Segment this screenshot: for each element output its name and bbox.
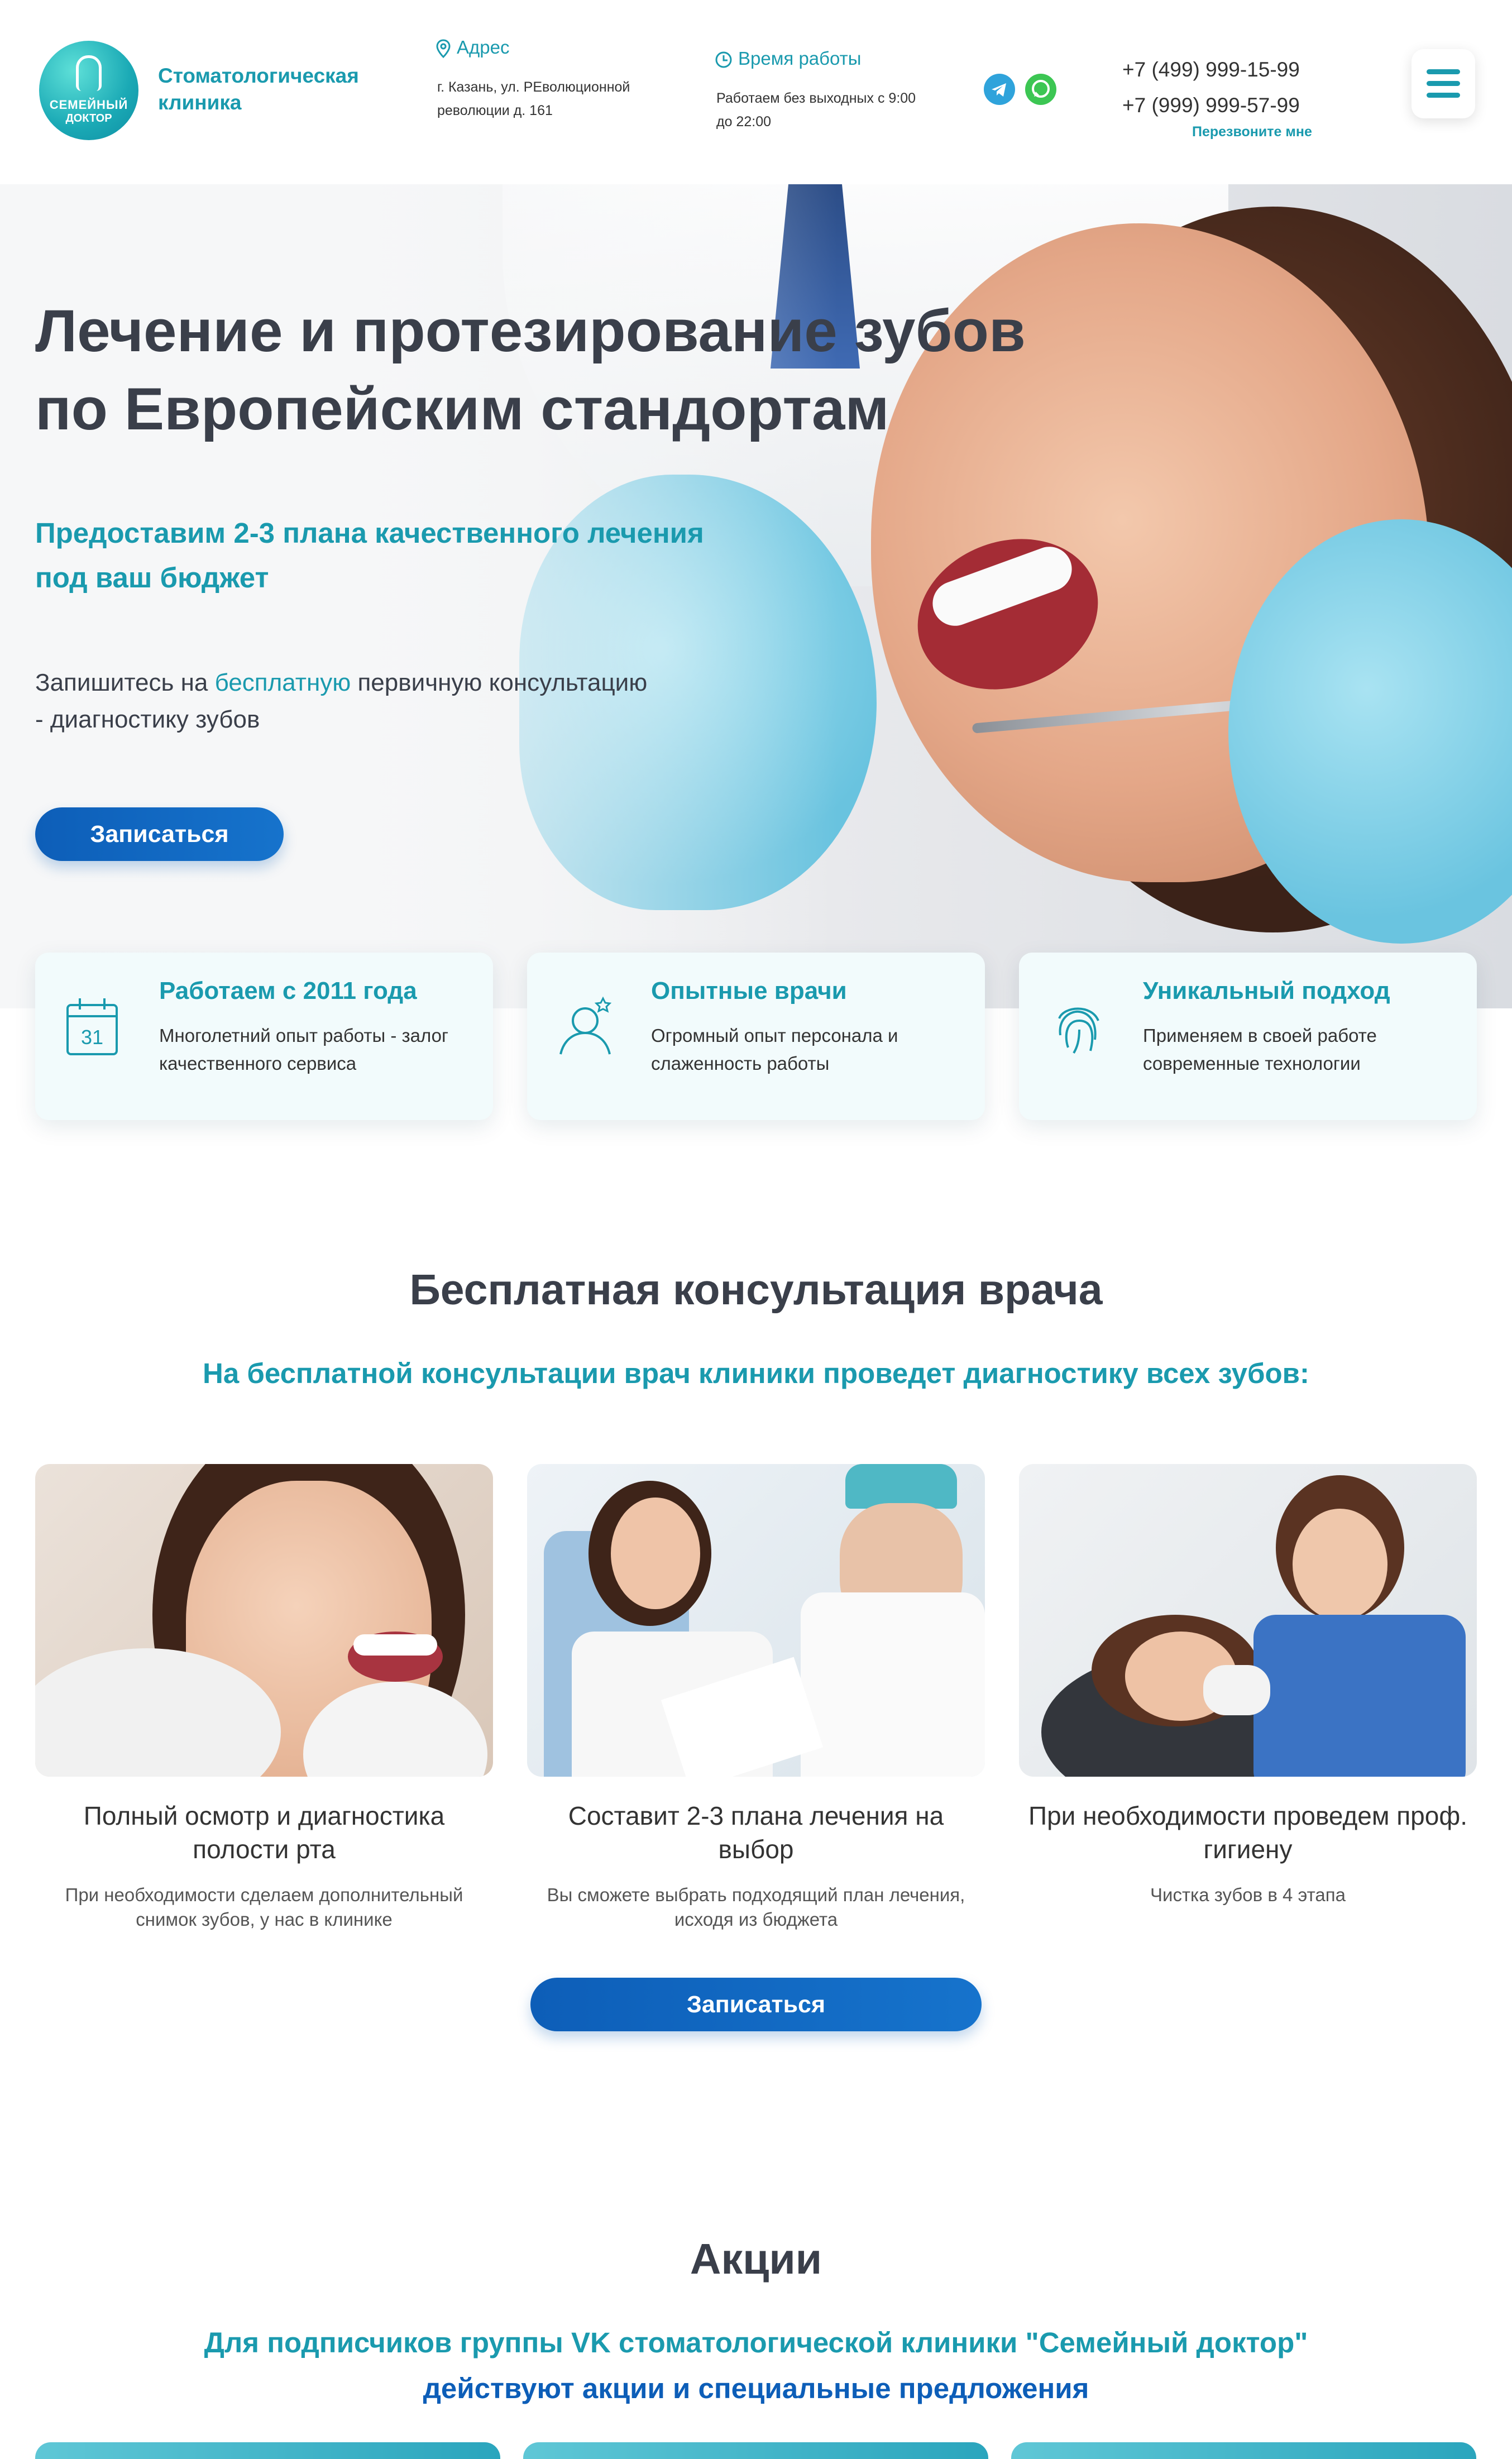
card-photo: [527, 1464, 985, 1777]
consult-subtitle: На бесплатной консультации врач клиники …: [203, 1357, 1309, 1389]
feature-card-since-2011: 31 Работаем с 2011 года Многолетний опыт…: [35, 953, 493, 1120]
hero-text-part: Запишитесь на: [35, 669, 215, 696]
consult-signup-button[interactable]: Записаться: [530, 1978, 982, 2031]
address-text: г. Казань, ул. РЕволюционной революции д…: [437, 79, 630, 118]
promo-subtitle-1: Для подписчиков группы VK стоматологичес…: [204, 2327, 1308, 2358]
calendar-day: 31: [81, 1026, 103, 1049]
card-text: Чистка зубов в 4 этапа: [1150, 1884, 1346, 1905]
card-title: При необходимости проведем проф. гигиену: [1028, 1801, 1467, 1864]
feature-text: Многолетний опыт работы - залог качестве…: [159, 1025, 449, 1074]
hours-label-text: Время работы: [738, 48, 862, 69]
menu-button[interactable]: [1411, 49, 1475, 118]
tooth-icon: [76, 55, 102, 91]
clinic-name[interactable]: Стоматологическая клиника: [158, 63, 387, 116]
whatsapp-icon[interactable]: [1025, 74, 1056, 105]
fingerprint-icon: [1058, 1007, 1099, 1054]
hero-text-highlight: бесплатную: [214, 669, 351, 696]
promo-card[interactable]: [1011, 2442, 1476, 2459]
card-title: Полный осмотр и диагностика полости рта: [83, 1801, 445, 1864]
hours-text: Работаем без выходных с 9:00 до 22:00: [716, 90, 916, 130]
clinic-logo[interactable]: СЕМЕЙНЫЙ ДОКТОР: [39, 41, 138, 140]
hero-text: Запишитесь на бесплатную первичную консу…: [35, 664, 649, 738]
address-label: Адрес: [436, 37, 510, 59]
burger-line-icon: [1427, 93, 1460, 98]
site-header: СЕМЕЙНЫЙ ДОКТОР Стоматологическая клиник…: [0, 0, 1512, 184]
phone-1[interactable]: +7 (499) 999-15-99: [1122, 58, 1300, 82]
promo-card[interactable]: [35, 2442, 500, 2459]
calendar-icon: 31: [66, 998, 118, 1055]
hero-signup-button[interactable]: Записаться: [35, 807, 284, 861]
consult-title: Бесплатная консультация врача: [409, 1266, 1103, 1314]
card-text: Вы сможете выбрать подходящий план лечен…: [547, 1884, 965, 1930]
hero-section: Лечение и протезирование зубов по Европе…: [0, 184, 1512, 1008]
burger-line-icon: [1427, 69, 1460, 74]
card-text: При необходимости сделаем дополнительный…: [65, 1884, 463, 1930]
burger-line-icon: [1427, 81, 1460, 86]
feature-card-doctors: Опытные врачи Огромный опыт персонала и …: [527, 953, 985, 1120]
doctor-icon: [559, 996, 612, 1055]
promo-subtitle-2: действуют акции и специальные предложени…: [423, 2372, 1089, 2404]
promo-card[interactable]: [523, 2442, 988, 2459]
hero-subtitle: Предоставим 2-3 плана качественного лече…: [35, 517, 704, 594]
logo-text-line1: СЕМЕЙНЫЙ: [49, 98, 128, 112]
card-photo: [35, 1464, 493, 1777]
clock-icon: [715, 51, 732, 68]
feature-card-approach: Уникальный подход Применяем в своей рабо…: [1019, 953, 1477, 1120]
feature-title: Опытные врачи: [651, 977, 847, 1004]
callback-link[interactable]: Перезвоните мне: [1192, 124, 1312, 140]
phone-2[interactable]: +7 (999) 999-57-99: [1122, 94, 1300, 117]
hours-label: Время работы: [715, 48, 862, 69]
feature-title: Работаем с 2011 года: [159, 977, 417, 1004]
location-pin-icon: [436, 39, 451, 59]
feature-title: Уникальный подход: [1143, 977, 1390, 1004]
hero-title: Лечение и протезирование зубов по Европе…: [35, 297, 1026, 442]
promo-title: Акции: [690, 2235, 822, 2283]
feature-text: Применяем в своей работе современные тех…: [1143, 1025, 1377, 1074]
logo-text-line2: ДОКТОР: [65, 112, 112, 125]
card-title: Составит 2-3 плана лечения на выбор: [568, 1801, 944, 1864]
telegram-icon[interactable]: [984, 74, 1015, 105]
address-label-text: Адрес: [457, 37, 510, 58]
feature-text: Огромный опыт персонала и слаженность ра…: [651, 1025, 898, 1074]
card-photo: [1019, 1464, 1477, 1777]
